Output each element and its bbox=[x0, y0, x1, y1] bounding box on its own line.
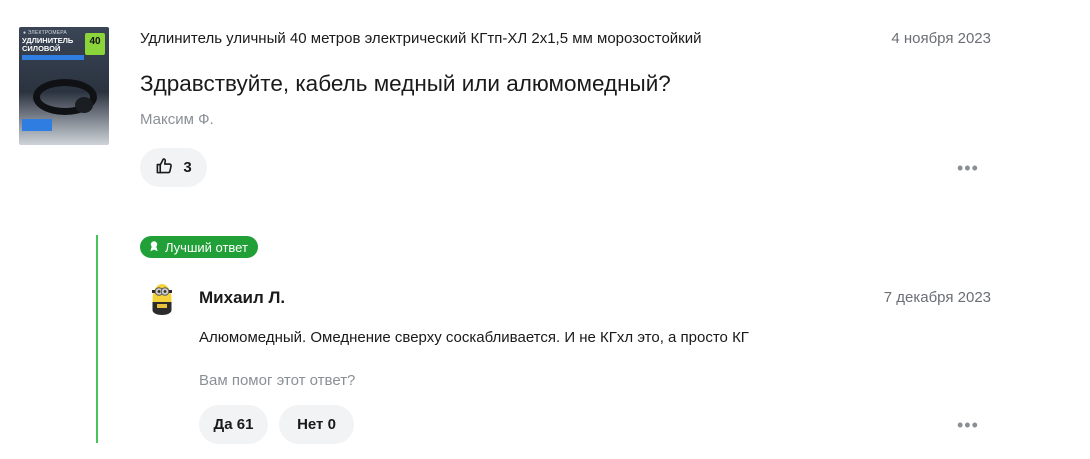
avatar bbox=[146, 280, 178, 316]
thumbs-up-icon bbox=[155, 156, 174, 179]
product-image-badge: 40 bbox=[85, 33, 105, 55]
question-date: 4 ноября 2023 bbox=[891, 30, 991, 47]
product-image-title: УДЛИНИТЕЛЬ СИЛОВОЙ bbox=[22, 36, 74, 53]
answer-author: Михаил Л. bbox=[199, 288, 286, 307]
product-image-stripe bbox=[22, 55, 84, 60]
question-more-icon[interactable]: ••• bbox=[957, 159, 979, 177]
question-text: Здравствуйте, кабель медный или алюмомед… bbox=[140, 71, 671, 96]
answer-text: Алюмомедный. Омеднение сверху соскаблива… bbox=[199, 329, 749, 346]
plug-graphic bbox=[75, 97, 93, 113]
answer-divider-line bbox=[96, 235, 98, 443]
answer-more-icon[interactable]: ••• bbox=[957, 416, 979, 434]
best-answer-badge: Лучший ответ bbox=[140, 236, 258, 258]
best-answer-label: Лучший ответ bbox=[165, 239, 248, 255]
vote-yes-button[interactable]: Да 61 bbox=[199, 405, 268, 444]
product-image[interactable]: ● ЭЛЕКТРОМЕРА УДЛИНИТЕЛЬ СИЛОВОЙ 40 bbox=[19, 27, 109, 145]
answer-date: 7 декабря 2023 bbox=[883, 289, 991, 306]
product-image-tag bbox=[22, 119, 52, 131]
like-button[interactable]: 3 bbox=[140, 148, 207, 187]
vote-no-button[interactable]: Нет 0 bbox=[279, 405, 354, 444]
question-product-title[interactable]: Удлинитель уличный 40 метров электрическ… bbox=[140, 30, 701, 47]
question-author: Максим Ф. bbox=[140, 111, 214, 128]
like-count: 3 bbox=[183, 159, 192, 176]
award-icon bbox=[148, 240, 160, 255]
helpful-question: Вам помог этот ответ? bbox=[199, 372, 356, 389]
